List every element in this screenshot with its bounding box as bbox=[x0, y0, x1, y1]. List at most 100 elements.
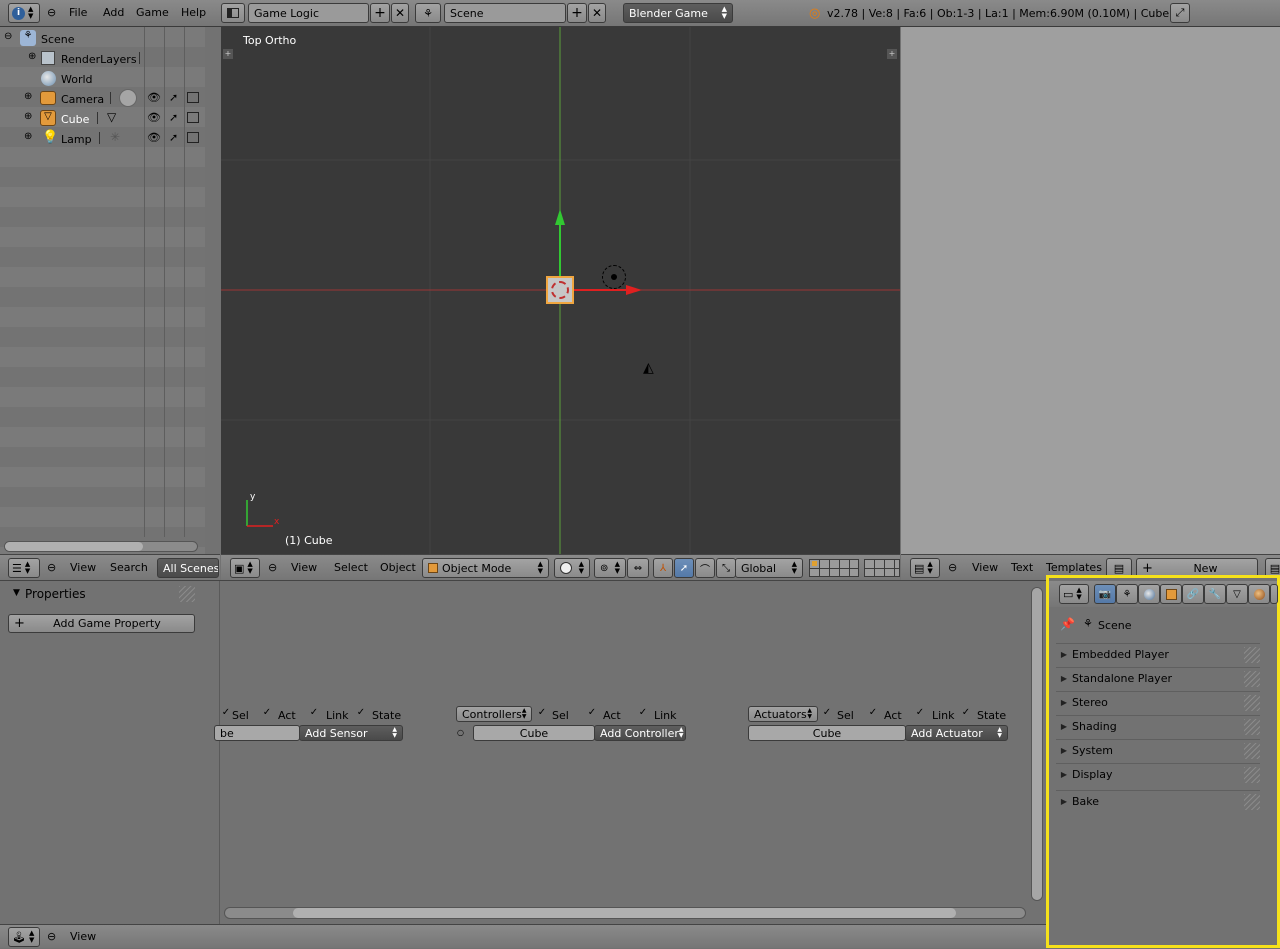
transform-orientation-dropdown[interactable]: Global ▲ ▼ bbox=[735, 558, 803, 578]
panel-drag-grip[interactable] bbox=[1244, 719, 1260, 735]
panel-drag-grip[interactable] bbox=[1244, 647, 1260, 663]
panel-bake[interactable]: ▶ Bake bbox=[1056, 790, 1260, 812]
sensor-link-checkbox[interactable]: ✓ bbox=[308, 707, 320, 719]
panel-standalone-player[interactable]: ▶ Standalone Player bbox=[1056, 667, 1260, 689]
panel-drag-grip[interactable] bbox=[1244, 794, 1260, 810]
sensor-act-checkbox[interactable]: ✓ bbox=[261, 707, 273, 719]
actuator-object-field[interactable]: Cube bbox=[748, 725, 906, 741]
outliner-item-renderlayers[interactable]: ⊕ RenderLayers bbox=[0, 49, 200, 69]
outliner-item-camera[interactable]: ⊕ Camera 👁 ➚ bbox=[0, 89, 205, 109]
outliner-item-cube[interactable]: ⊕ ▽ Cube ▽ 👁 ➚ bbox=[0, 109, 205, 129]
pin-icon[interactable]: 📌 bbox=[1060, 617, 1075, 631]
viewport-editor-type-button[interactable]: ▣ ▲ ▼ bbox=[230, 558, 260, 578]
text-menu-view[interactable]: View bbox=[972, 555, 998, 581]
add-screen-button[interactable]: + bbox=[370, 3, 390, 23]
collapse-toggle-icon[interactable]: ⊖ bbox=[4, 31, 12, 42]
info-editor-type-button[interactable]: i ▲ ▼ bbox=[8, 3, 40, 23]
eye-icon[interactable]: 👁 bbox=[147, 111, 161, 124]
cursor-icon[interactable]: ➚ bbox=[169, 91, 178, 104]
pivot-point-dropdown[interactable]: ⊚ ▲ ▼ bbox=[594, 558, 626, 578]
panel-drag-grip[interactable] bbox=[1244, 743, 1260, 759]
layer-buttons-group-2[interactable] bbox=[864, 559, 900, 577]
actuator-sel-checkbox[interactable]: ✓ bbox=[821, 707, 833, 719]
viewport-menu-select[interactable]: Select bbox=[334, 555, 368, 581]
remove-screen-button[interactable]: ✕ bbox=[391, 3, 409, 23]
only-origins-toggle[interactable]: ⇔ bbox=[627, 558, 649, 578]
actuator-link-checkbox[interactable]: ✓ bbox=[914, 707, 926, 719]
screen-layout-field[interactable]: Game Logic bbox=[248, 3, 369, 23]
actuator-state-checkbox[interactable]: ✓ bbox=[960, 707, 972, 719]
screen-layout-icon-button[interactable] bbox=[221, 3, 245, 23]
panel-stereo[interactable]: ▶ Stereo bbox=[1056, 691, 1260, 713]
controller-act-checkbox[interactable]: ✓ bbox=[586, 707, 598, 719]
controllers-menu[interactable]: Controllers ▲ ▼ bbox=[456, 706, 532, 722]
expand-toggle-icon[interactable]: ⊕ bbox=[28, 51, 36, 62]
sensor-object-field[interactable]: be bbox=[214, 725, 300, 741]
sensor-sel-checkbox[interactable]: ✓ bbox=[220, 707, 232, 719]
remove-scene-button[interactable]: ✕ bbox=[588, 3, 606, 23]
outliner-display-mode-dropdown[interactable]: All Scenes bbox=[157, 558, 219, 578]
collapse-menus-icon[interactable]: ⊖ bbox=[948, 561, 957, 574]
panel-drag-grip[interactable] bbox=[179, 586, 195, 602]
collapse-menus-icon[interactable]: ⊖ bbox=[268, 561, 277, 574]
eye-icon[interactable]: 👁 bbox=[147, 131, 161, 144]
add-game-property-button[interactable]: + Add Game Property bbox=[8, 614, 195, 633]
panel-drag-grip[interactable] bbox=[1244, 671, 1260, 687]
add-scene-button[interactable]: + bbox=[567, 3, 587, 23]
collapse-menus-icon[interactable]: ⊖ bbox=[47, 561, 56, 574]
add-sensor-dropdown[interactable]: Add Sensor ▲ ▼ bbox=[299, 725, 403, 741]
panel-drag-grip[interactable] bbox=[1244, 695, 1260, 711]
expand-toggle-icon[interactable]: ⊕ bbox=[24, 131, 32, 142]
collapse-menus-icon[interactable]: ⊖ bbox=[47, 6, 56, 19]
tab-world[interactable] bbox=[1138, 584, 1160, 604]
panel-shading[interactable]: ▶ Shading bbox=[1056, 715, 1260, 737]
eye-icon[interactable]: 👁 bbox=[147, 91, 161, 104]
fullscreen-button[interactable]: ⤢ bbox=[1170, 3, 1190, 23]
3d-viewport[interactable]: ◭ Top Ortho + + y x (1) Cube bbox=[221, 27, 900, 554]
tab-scene[interactable]: ⚘ bbox=[1116, 584, 1138, 604]
logic-horizontal-scrollbar[interactable] bbox=[224, 907, 1026, 919]
menu-help[interactable]: Help bbox=[181, 0, 206, 26]
properties-panel-title[interactable]: Properties bbox=[25, 587, 86, 601]
tab-render[interactable]: 📷 bbox=[1094, 584, 1116, 604]
cursor-icon[interactable]: ➚ bbox=[169, 111, 178, 124]
tab-more[interactable] bbox=[1270, 584, 1278, 604]
logic-editor-type-button[interactable]: 🕹 ▲ ▼ bbox=[8, 927, 40, 947]
panel-system[interactable]: ▶ System bbox=[1056, 739, 1260, 761]
render-icon[interactable] bbox=[187, 92, 199, 103]
manipulator-toggle[interactable]: ⅄ bbox=[653, 558, 673, 578]
scrollbar-thumb[interactable] bbox=[1032, 588, 1042, 900]
cursor-icon[interactable]: ➚ bbox=[169, 131, 178, 144]
logic-menu-view[interactable]: View bbox=[70, 925, 96, 949]
scrollbar-thumb[interactable] bbox=[5, 542, 143, 551]
region-toggle-right-icon[interactable]: + bbox=[887, 49, 897, 59]
tab-object[interactable] bbox=[1160, 584, 1182, 604]
outliner-menu-search[interactable]: Search bbox=[110, 555, 148, 581]
outliner-item-lamp[interactable]: ⊕ 💡 Lamp ✳ 👁 ➚ bbox=[0, 129, 205, 149]
outliner-item-scene[interactable]: ⊖ ⚘ Scene bbox=[0, 29, 200, 49]
actuator-act-checkbox[interactable]: ✓ bbox=[867, 707, 879, 719]
scrollbar-thumb[interactable] bbox=[293, 908, 956, 918]
controller-link-socket-icon[interactable]: ○ bbox=[457, 728, 464, 737]
camera-object-icon[interactable]: ◭ bbox=[643, 360, 654, 376]
translate-manipulator-button[interactable]: ➚ bbox=[674, 558, 694, 578]
rotate-manipulator-button[interactable]: ⌒ bbox=[695, 558, 715, 578]
layer-buttons-group-1[interactable] bbox=[809, 559, 859, 577]
tab-modifiers[interactable]: 🔧 bbox=[1204, 584, 1226, 604]
outliner-menu-view[interactable]: View bbox=[70, 555, 96, 581]
tab-material[interactable] bbox=[1248, 584, 1270, 604]
outliner-editor-type-button[interactable]: ☰ ▲ ▼ bbox=[8, 558, 40, 578]
expand-toggle-icon[interactable]: ⊕ bbox=[24, 111, 32, 122]
outliner-item-world[interactable]: World bbox=[0, 69, 200, 89]
properties-collapse-icon[interactable]: ▼ bbox=[13, 588, 20, 598]
text-menu-text[interactable]: Text bbox=[1011, 555, 1033, 581]
outliner-horizontal-scrollbar[interactable] bbox=[4, 541, 198, 552]
tab-constraints[interactable]: 🔗 bbox=[1182, 584, 1204, 604]
sensor-state-checkbox[interactable]: ✓ bbox=[355, 707, 367, 719]
render-icon[interactable] bbox=[187, 132, 199, 143]
text-editor-type-button[interactable]: ▤ ▲ ▼ bbox=[910, 558, 940, 578]
scene-field[interactable]: Scene bbox=[444, 3, 566, 23]
menu-game[interactable]: Game bbox=[136, 0, 169, 26]
expand-toggle-icon[interactable]: ⊕ bbox=[24, 91, 32, 102]
properties-editor-type-button[interactable]: ▭ ▲ ▼ bbox=[1059, 584, 1089, 604]
